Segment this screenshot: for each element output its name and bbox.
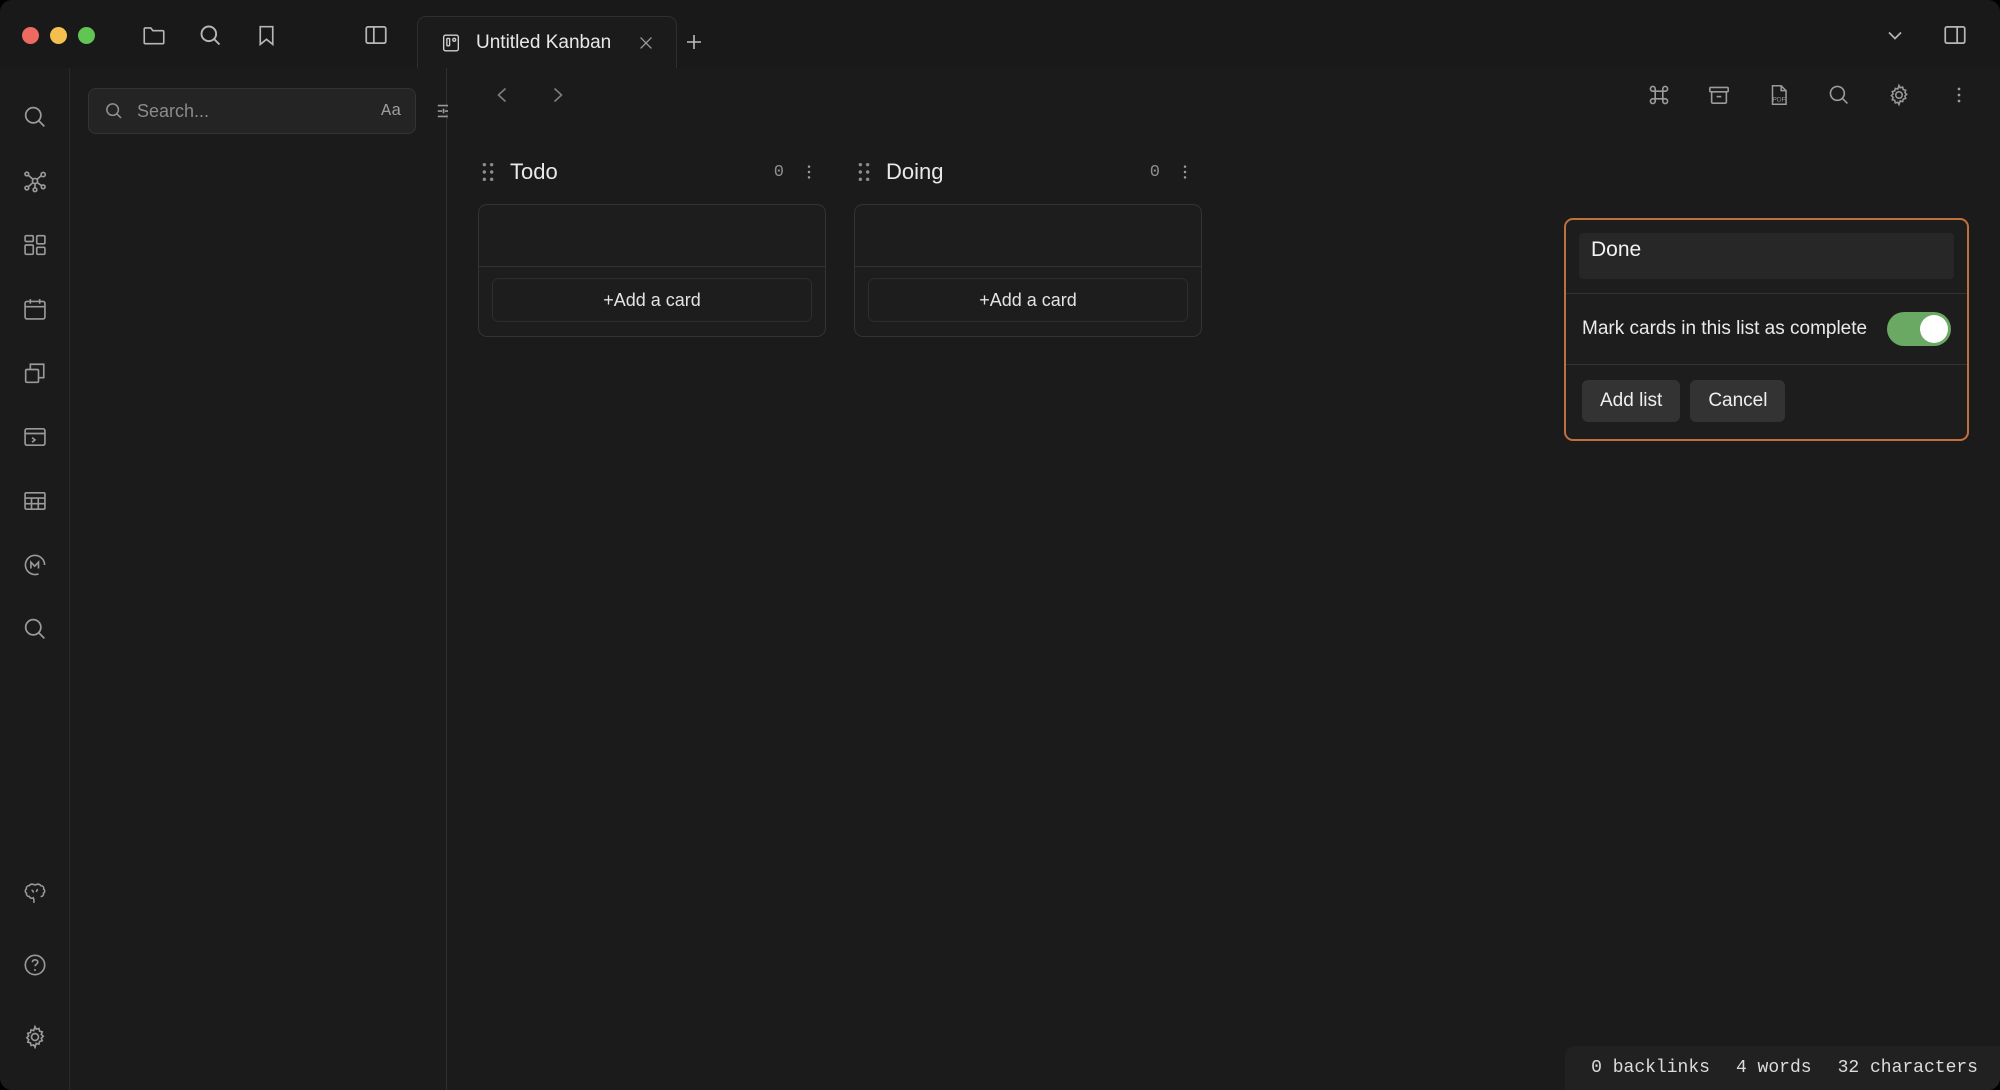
bookmark-icon[interactable] <box>251 20 281 50</box>
command-icon[interactable] <box>1644 80 1674 110</box>
toggle-knob <box>1920 315 1948 343</box>
sidebar-item-search[interactable] <box>18 100 52 134</box>
app-window: Untitled Kanban Search... Aa PDF Todo 0 … <box>0 0 2000 1090</box>
list-body: +Add a card <box>854 204 1202 337</box>
help-icon[interactable] <box>18 948 52 982</box>
mark-complete-toggle[interactable] <box>1887 312 1951 346</box>
tab-untitled-kanban[interactable]: Untitled Kanban <box>417 16 677 68</box>
forward-button[interactable] <box>544 82 570 108</box>
mark-complete-row: Mark cards in this list as complete <box>1566 294 1967 365</box>
titlebar-right-group <box>1880 20 2000 68</box>
navigation-arrows <box>490 82 570 108</box>
cards-dropzone[interactable] <box>855 205 1201 267</box>
add-card-button[interactable]: +Add a card <box>492 278 812 322</box>
archive-icon[interactable] <box>1704 80 1734 110</box>
cancel-button[interactable]: Cancel <box>1690 380 1786 422</box>
board-toolbar-icons: PDF <box>1644 80 1974 110</box>
add-list-button[interactable]: Add list <box>1582 380 1681 422</box>
folder-icon[interactable] <box>139 20 169 50</box>
settings-icon[interactable] <box>18 1020 52 1054</box>
sidebar-item-graph[interactable] <box>18 164 52 198</box>
search-icon[interactable] <box>1824 80 1854 110</box>
sidebar-item-table[interactable] <box>18 484 52 518</box>
new-list-actions: Add list Cancel <box>1566 365 1967 439</box>
minimize-window-button[interactable] <box>50 27 67 44</box>
statusbar: 0 backlinks 4 words 32 characters <box>1565 1046 2000 1090</box>
search-icon[interactable] <box>195 20 225 50</box>
pdf-icon[interactable]: PDF <box>1764 80 1794 110</box>
kanban-list-doing: Doing 0 +Add a card <box>854 152 1202 337</box>
list-title[interactable]: Doing <box>886 159 943 185</box>
list-header: Todo 0 <box>478 152 826 192</box>
sidebar-item-terminal[interactable] <box>18 420 52 454</box>
traffic-lights <box>0 27 95 68</box>
drag-handle-icon[interactable] <box>856 161 872 183</box>
tab-title: Untitled Kanban <box>476 31 612 53</box>
sidebar-item-search-alt[interactable] <box>18 612 52 646</box>
sidebar-item-blocks[interactable] <box>18 228 52 262</box>
search-input[interactable] <box>137 100 369 122</box>
back-button[interactable] <box>490 82 516 108</box>
list-body: +Add a card <box>478 204 826 337</box>
toggle-sidebar-icon[interactable] <box>361 20 391 50</box>
search-panel: Aa <box>70 68 457 1090</box>
new-list-input-wrapper <box>1566 220 1967 294</box>
match-case-button[interactable]: Aa <box>381 102 401 121</box>
word-count: 4 words <box>1735 1058 1812 1078</box>
add-card-wrapper: +Add a card <box>479 267 825 336</box>
kanban-board: PDF Todo 0 +Add a card Doing 0 +Add a ca… <box>448 68 2000 1090</box>
list-card-count: 0 <box>1149 162 1160 182</box>
sidebar-item-layers[interactable] <box>18 356 52 390</box>
maximize-window-button[interactable] <box>78 27 95 44</box>
search-box[interactable]: Aa <box>88 88 417 134</box>
titlebar: Untitled Kanban <box>0 0 2000 68</box>
new-list-title-input[interactable] <box>1579 233 1954 279</box>
more-vertical-icon[interactable] <box>798 160 820 184</box>
more-vertical-icon[interactable] <box>1944 80 1974 110</box>
backlinks-count: 0 backlinks <box>1591 1058 1710 1078</box>
chevron-down-icon[interactable] <box>1880 20 1910 50</box>
list-header: Doing 0 <box>854 152 1202 192</box>
mark-complete-label: Mark cards in this list as complete <box>1582 318 1868 340</box>
more-vertical-icon[interactable] <box>1174 160 1196 184</box>
add-card-button[interactable]: +Add a card <box>868 278 1188 322</box>
right-sidebar-icon[interactable] <box>1940 20 1970 50</box>
sidebar-item-calendar[interactable] <box>18 292 52 326</box>
search-panel-header: Aa <box>70 68 457 134</box>
drag-handle-icon[interactable] <box>480 161 496 183</box>
cards-dropzone[interactable] <box>479 205 825 267</box>
board-toolbar: PDF <box>448 68 2000 128</box>
add-card-wrapper: +Add a card <box>855 267 1201 336</box>
titlebar-icon-group <box>95 20 391 68</box>
left-ribbon <box>0 68 70 1090</box>
new-tab-button[interactable] <box>677 16 711 68</box>
ribbon-bottom-group <box>18 876 52 1090</box>
list-title[interactable]: Todo <box>510 159 558 185</box>
svg-text:PDF: PDF <box>1773 97 1786 104</box>
sidebar-item-memo[interactable] <box>18 548 52 582</box>
search-icon <box>103 100 125 122</box>
list-card-count: 0 <box>773 162 784 182</box>
brain-icon[interactable] <box>18 876 52 910</box>
close-icon[interactable] <box>634 31 658 55</box>
new-list-form: Mark cards in this list as complete Add … <box>1564 218 1969 441</box>
character-count: 32 characters <box>1837 1058 1978 1078</box>
tab-strip: Untitled Kanban <box>391 16 711 68</box>
kanban-list-todo: Todo 0 +Add a card <box>478 152 826 337</box>
kanban-file-icon <box>440 32 462 54</box>
gear-icon[interactable] <box>1884 80 1914 110</box>
close-window-button[interactable] <box>22 27 39 44</box>
